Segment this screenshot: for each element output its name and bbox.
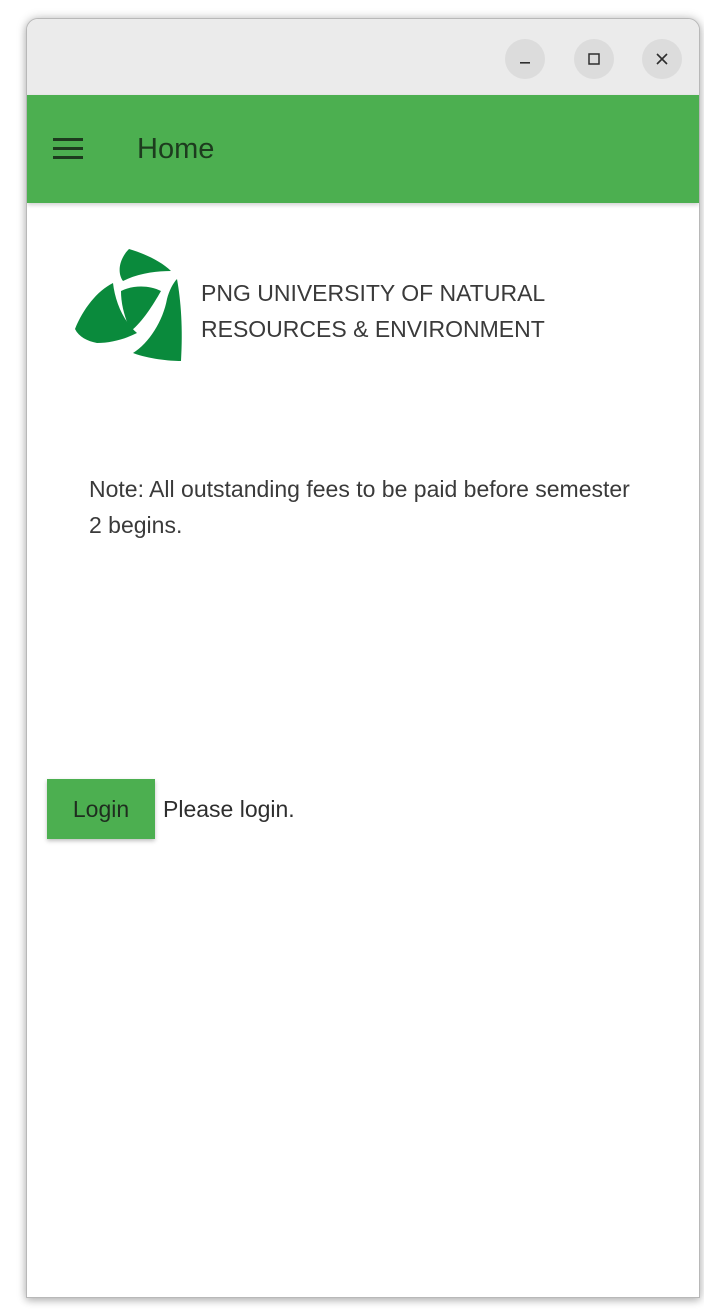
maximize-button[interactable] bbox=[574, 39, 614, 79]
app-bar: Home bbox=[27, 95, 699, 203]
fees-notice: Note: All outstanding fees to be paid be… bbox=[89, 476, 630, 538]
login-button[interactable]: Login bbox=[47, 779, 155, 839]
window-titlebar[interactable] bbox=[27, 19, 699, 95]
minimize-icon bbox=[520, 62, 530, 64]
login-message: Please login. bbox=[163, 796, 295, 822]
minimize-button[interactable] bbox=[505, 39, 545, 79]
maximize-icon bbox=[588, 53, 600, 65]
app-window: Home PNG UNIVERSITY OF NATURAL RESOURCES… bbox=[26, 18, 700, 1298]
close-icon bbox=[656, 53, 668, 65]
hamburger-menu-icon[interactable] bbox=[51, 135, 87, 163]
close-button[interactable] bbox=[642, 39, 682, 79]
page-title: Home bbox=[137, 133, 215, 165]
university-logo bbox=[75, 249, 182, 361]
institution-name: PNG UNIVERSITY OF NATURAL RESOURCES & EN… bbox=[201, 280, 546, 342]
